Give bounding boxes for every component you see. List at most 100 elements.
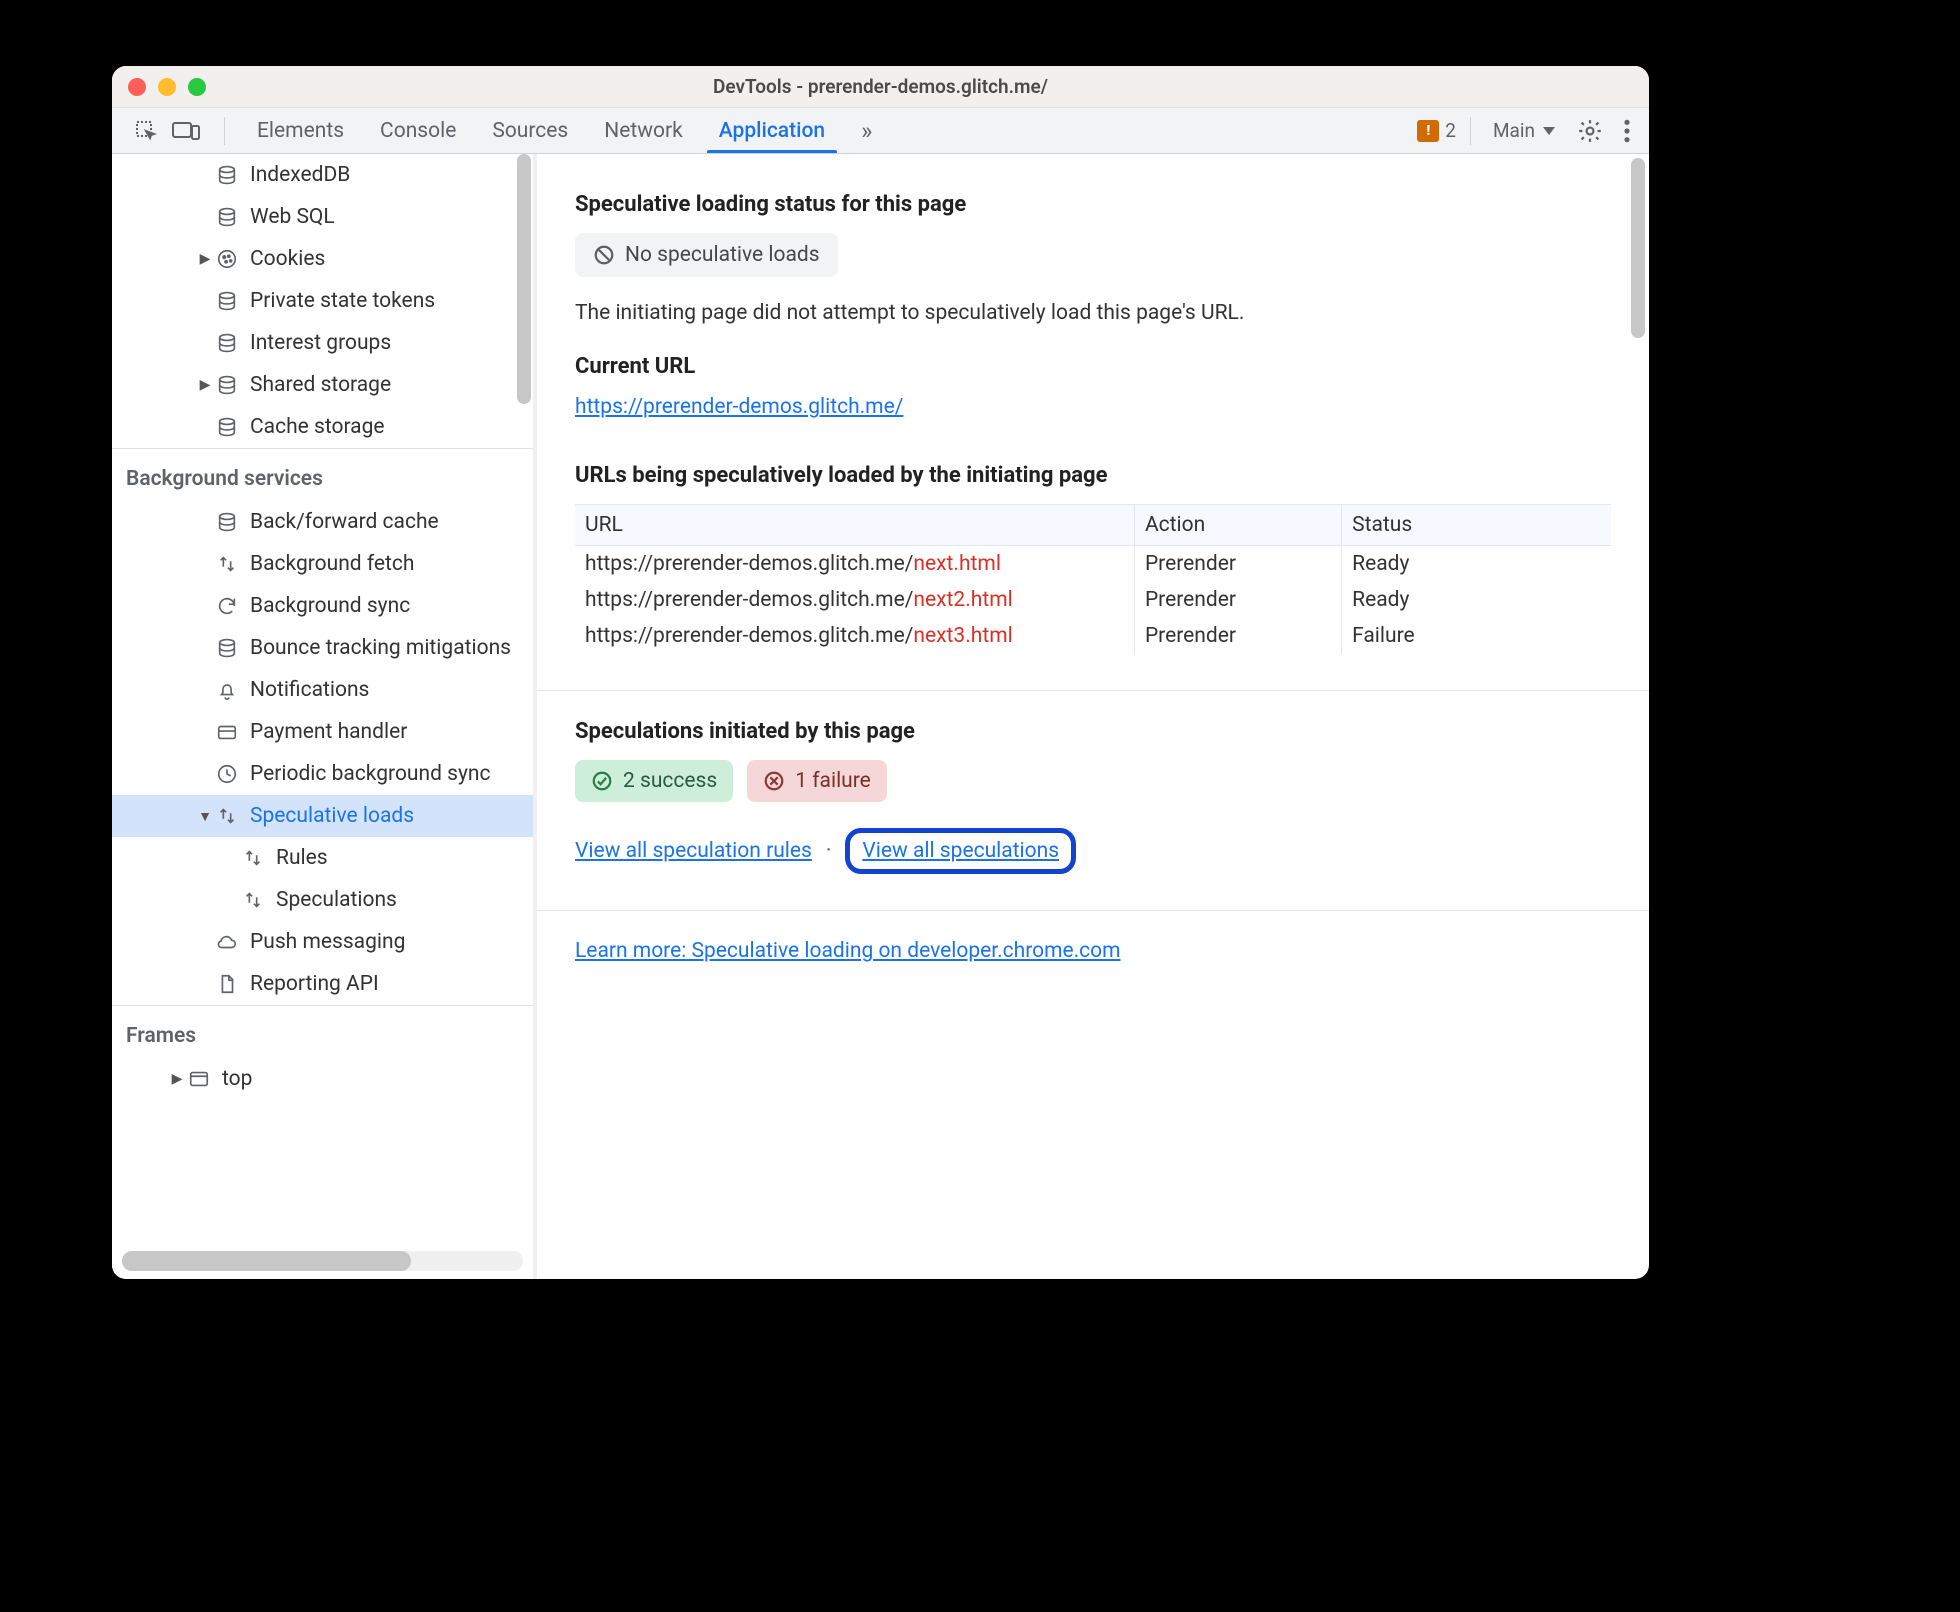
sidebar-item-label: Reporting API (250, 972, 379, 996)
sidebar-item-label: Bounce tracking mitigations (250, 636, 511, 660)
table-row[interactable]: https://prerender-demos.glitch.me/next3.… (575, 618, 1611, 654)
sidebar-item-notifications[interactable]: Notifications (112, 669, 533, 711)
sidebar-item-periodic-background-sync[interactable]: Periodic background sync (112, 753, 533, 795)
speculative-urls-table: URL Action Status https://prerender-demo… (575, 504, 1611, 654)
maximize-window-button[interactable] (188, 78, 206, 96)
no-speculative-loads-badge: No speculative loads (575, 233, 838, 277)
sidebar-item-label: Interest groups (250, 331, 391, 355)
cell-url: https://prerender-demos.glitch.me/next3.… (575, 618, 1134, 654)
sidebar-horizontal-scrollbar[interactable] (122, 1251, 523, 1271)
sidebar-item-speculations[interactable]: Speculations (112, 879, 533, 921)
sidebar-item-label: Cookies (250, 247, 325, 271)
table-row[interactable]: https://prerender-demos.glitch.me/next2.… (575, 582, 1611, 618)
cell-url: https://prerender-demos.glitch.me/next.h… (575, 546, 1134, 583)
db-icon (214, 290, 240, 312)
sidebar-item-label: Notifications (250, 678, 369, 702)
check-circle-icon (591, 770, 613, 792)
db-icon (214, 206, 240, 228)
failure-text: 1 failure (795, 769, 871, 793)
chevron-down-icon: ▼ (196, 808, 214, 825)
target-label: Main (1493, 119, 1535, 142)
table-row[interactable]: https://prerender-demos.glitch.me/next.h… (575, 546, 1611, 583)
sidebar-scrollbar[interactable] (517, 154, 531, 404)
db-icon (214, 332, 240, 354)
learn-more-link[interactable]: Learn more: Speculative loading on devel… (575, 939, 1121, 963)
updown-icon (214, 805, 240, 827)
db-icon (214, 511, 240, 533)
sidebar-item-label: Push messaging (250, 930, 405, 954)
devtools-toolbar: Elements Console Sources Network Applica… (112, 108, 1649, 154)
sidebar-item-label: Private state tokens (250, 289, 435, 313)
sidebar-item-bounce-tracking-mitigations[interactable]: Bounce tracking mitigations (112, 627, 533, 669)
chevron-right-icon: ▶ (168, 1071, 186, 1087)
more-options-button[interactable] (1617, 118, 1637, 144)
view-all-speculations-link[interactable]: View all speculations (862, 839, 1059, 863)
doc-icon (214, 973, 240, 995)
no-loads-text: No speculative loads (625, 243, 820, 267)
sidebar-item-label: Back/forward cache (250, 510, 439, 534)
sidebar-item-label: Web SQL (250, 205, 335, 229)
sidebar-item-label: Speculations (276, 888, 397, 912)
inspect-icon[interactable] (134, 119, 158, 143)
warnings-indicator[interactable]: ! 2 (1417, 119, 1456, 142)
th-status[interactable]: Status (1342, 505, 1611, 546)
success-text: 2 success (623, 769, 717, 793)
window-title: DevTools - prerender-demos.glitch.me/ (112, 75, 1649, 98)
warning-icon: ! (1417, 120, 1439, 142)
cell-action: Prerender (1134, 546, 1341, 583)
traffic-lights (128, 78, 206, 96)
cell-action: Prerender (1134, 582, 1341, 618)
more-tabs-button[interactable]: » (843, 108, 890, 153)
sidebar-item-speculative-loads[interactable]: ▼Speculative loads (112, 795, 533, 837)
application-panel: Speculative loading status for this page… (537, 154, 1649, 1279)
tab-sources[interactable]: Sources (474, 108, 586, 153)
tab-network[interactable]: Network (586, 108, 701, 153)
panel-scrollbar[interactable] (1631, 158, 1645, 338)
current-url-link[interactable]: https://prerender-demos.glitch.me/ (575, 395, 903, 419)
sidebar-item-web-sql[interactable]: Web SQL (112, 196, 533, 238)
sidebar-item-indexeddb[interactable]: IndexedDB (112, 154, 533, 196)
success-badge: 2 success (575, 760, 733, 802)
heading-speculations: Speculations initiated by this page (575, 719, 1611, 744)
sidebar-item-rules[interactable]: Rules (112, 837, 533, 879)
cell-status: Ready (1342, 546, 1611, 583)
sidebar-item-background-fetch[interactable]: Background fetch (112, 543, 533, 585)
device-icon[interactable] (172, 120, 200, 142)
th-action[interactable]: Action (1134, 505, 1341, 546)
settings-button[interactable] (1571, 118, 1609, 144)
minimize-window-button[interactable] (158, 78, 176, 96)
chevron-right-icon: ▶ (196, 251, 214, 267)
db-icon (214, 637, 240, 659)
sidebar-item-background-sync[interactable]: Background sync (112, 585, 533, 627)
view-all-rules-link[interactable]: View all speculation rules (575, 839, 812, 863)
titlebar: DevTools - prerender-demos.glitch.me/ (112, 66, 1649, 108)
sidebar-item-interest-groups[interactable]: Interest groups (112, 322, 533, 364)
sidebar-item-cookies[interactable]: ▶ Cookies (112, 238, 533, 280)
sidebar-item-cache-storage[interactable]: Cache storage (112, 406, 533, 448)
chevron-right-icon: ▶ (196, 377, 214, 393)
target-selector[interactable]: Main (1485, 119, 1563, 142)
th-url[interactable]: URL (575, 505, 1134, 546)
section-background-services: Background services (112, 448, 533, 501)
sidebar-item-shared-storage[interactable]: ▶Shared storage (112, 364, 533, 406)
sidebar-item-label: Cache storage (250, 415, 385, 439)
sidebar-item-payment-handler[interactable]: Payment handler (112, 711, 533, 753)
sidebar-item-reporting-api[interactable]: Reporting API (112, 963, 533, 1005)
failure-badge: 1 failure (747, 760, 887, 802)
close-window-button[interactable] (128, 78, 146, 96)
status-description: The initiating page did not attempt to s… (575, 277, 1611, 354)
sidebar-item-private-state-tokens[interactable]: Private state tokens (112, 280, 533, 322)
sidebar-item-top[interactable]: ▶top (112, 1058, 533, 1100)
devtools-window: DevTools - prerender-demos.glitch.me/ El… (112, 66, 1649, 1279)
sidebar-item-push-messaging[interactable]: Push messaging (112, 921, 533, 963)
db-icon (214, 164, 240, 186)
tab-console[interactable]: Console (362, 108, 474, 153)
sidebar-item-back-forward-cache[interactable]: Back/forward cache (112, 501, 533, 543)
updown-icon (214, 553, 240, 575)
tab-application[interactable]: Application (701, 108, 843, 153)
tab-elements[interactable]: Elements (239, 108, 362, 153)
db-icon (214, 416, 240, 438)
cell-status: Ready (1342, 582, 1611, 618)
sidebar-item-label: Rules (276, 846, 328, 870)
sidebar-item-label: Payment handler (250, 720, 407, 744)
